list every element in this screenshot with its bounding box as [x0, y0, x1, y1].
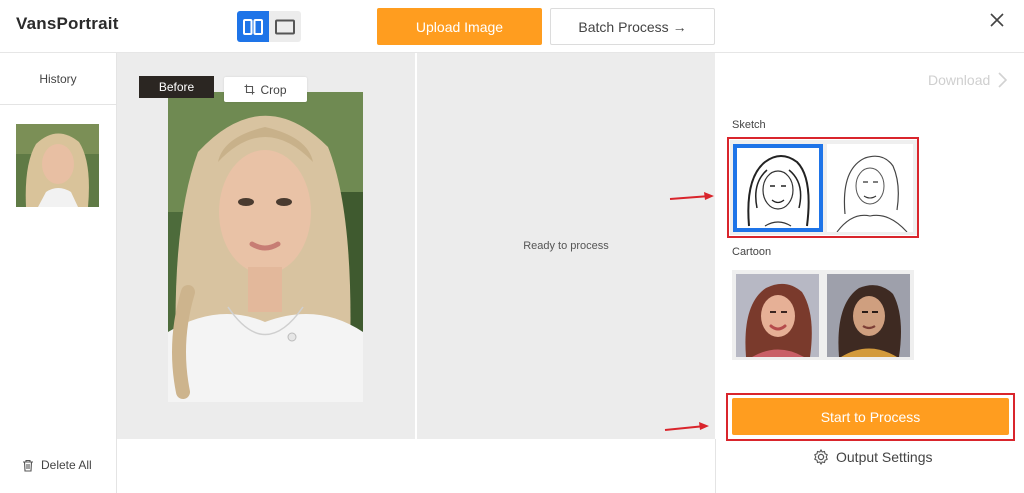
- process-highlight-box: [726, 393, 1015, 441]
- trash-icon: [23, 459, 33, 472]
- cartoon-style-group: [732, 270, 914, 360]
- before-label: Before: [139, 76, 214, 98]
- history-divider: [0, 104, 116, 105]
- arrow-icon: [664, 422, 709, 431]
- close-icon: [990, 13, 1004, 27]
- download-label: Download: [928, 72, 991, 88]
- ready-status: Ready to process: [523, 240, 609, 252]
- delete-all-button[interactable]: Delete All: [22, 458, 92, 472]
- history-label: History: [39, 72, 77, 86]
- sketch-section-label: Sketch: [732, 119, 766, 131]
- crop-icon: [244, 84, 255, 95]
- cartoon-style-option-1[interactable]: [736, 274, 819, 357]
- source-photo: [168, 92, 363, 402]
- close-button[interactable]: [985, 8, 1009, 32]
- download-button[interactable]: Download: [928, 72, 1008, 88]
- cartoon-style-option-2[interactable]: [827, 274, 910, 357]
- delete-all-label: Delete All: [41, 458, 92, 472]
- batch-process-button[interactable]: Batch Process →: [550, 8, 715, 45]
- canvas-footer: [117, 439, 716, 493]
- split-view-icon: [243, 18, 263, 35]
- single-view-icon: [275, 19, 295, 34]
- crop-button[interactable]: Crop: [224, 77, 307, 102]
- view-mode-toggle: [237, 11, 301, 42]
- chevron-right-icon: [998, 72, 1008, 88]
- arrow-icon: [669, 192, 714, 200]
- gear-icon: [814, 449, 828, 465]
- crop-label: Crop: [260, 82, 287, 97]
- single-view-button[interactable]: [269, 11, 301, 42]
- output-settings-button[interactable]: Output Settings: [813, 449, 933, 465]
- app-title: VansPortrait: [16, 14, 119, 33]
- sketch-highlight-box: [727, 137, 919, 238]
- cartoon-section-label: Cartoon: [732, 246, 772, 258]
- output-settings-label: Output Settings: [836, 449, 933, 465]
- split-view-button[interactable]: [237, 11, 269, 42]
- history-sidebar: [0, 53, 117, 493]
- history-thumbnail[interactable]: [16, 124, 99, 207]
- upload-image-button[interactable]: Upload Image: [377, 8, 542, 45]
